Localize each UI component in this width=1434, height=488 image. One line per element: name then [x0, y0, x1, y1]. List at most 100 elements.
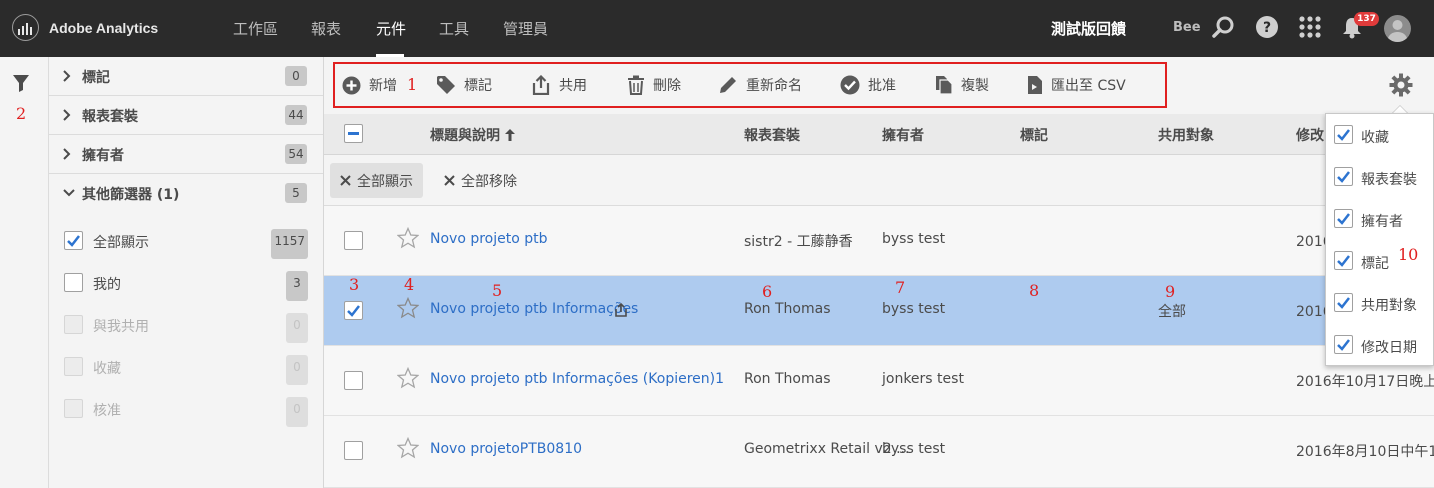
- pencil-icon: [720, 77, 736, 93]
- gear-icon[interactable]: [1389, 73, 1413, 101]
- column-option-owner[interactable]: 擁有者: [1334, 209, 1434, 233]
- column-option-favorites[interactable]: 收藏: [1334, 125, 1434, 149]
- column-header-modified[interactable]: 修改: [1296, 125, 1324, 145]
- filter-section-tags[interactable]: 標記 0: [49, 57, 323, 96]
- rename-button-label: 重新命名: [746, 78, 802, 94]
- filter-option-approved: 核准 0: [64, 397, 308, 427]
- notification-count-badge: 137: [1354, 12, 1379, 26]
- checkbox-checked[interactable]: [1334, 125, 1353, 144]
- filter-count-badge: 0: [285, 66, 307, 86]
- table-row-selected[interactable]: Novo projeto ptb Informações Ron Thomas …: [324, 276, 1434, 346]
- filter-count-badge: 5: [285, 183, 307, 203]
- cell-owner: byss test: [882, 301, 946, 317]
- help-icon[interactable]: ?: [1255, 15, 1281, 41]
- filter-section-other-filters[interactable]: 其他篩選器 (1) 5: [49, 174, 323, 213]
- filter-option-count: 1157: [271, 229, 308, 259]
- checkbox-checked[interactable]: [1334, 293, 1353, 312]
- column-option-label: 擁有者: [1361, 214, 1403, 230]
- column-option-report-suite[interactable]: 報表套裝: [1334, 167, 1434, 191]
- star-outline-icon[interactable]: [397, 367, 419, 389]
- cell-modified: 2016年10月17日晚上1...: [1296, 374, 1434, 390]
- add-button[interactable]: 新增: [342, 75, 397, 95]
- checkbox-checked[interactable]: [64, 231, 83, 250]
- select-all-checkbox[interactable]: [344, 124, 363, 143]
- table-row[interactable]: Novo projeto ptb sistr2 - 工藤静香 byss test…: [324, 206, 1434, 276]
- export-csv-button-label: 匯出至 CSV: [1051, 78, 1126, 94]
- copy-button-label: 複製: [961, 78, 989, 94]
- nav-admin[interactable]: 管理員: [503, 18, 548, 39]
- filter-section-report-suites[interactable]: 報表套裝 44: [49, 96, 323, 135]
- filter-option-mine[interactable]: 我的 3: [64, 271, 308, 301]
- cell-owner: byss test: [882, 441, 946, 457]
- filter-count-badge: 54: [285, 144, 307, 164]
- column-header-report-suite[interactable]: 報表套裝: [744, 125, 800, 145]
- show-all-chip-label: 全部顯示: [357, 173, 413, 190]
- share-button[interactable]: 共用: [531, 75, 587, 95]
- cell-report-suite: Ron Thomas: [744, 301, 831, 317]
- filter-funnel-icon[interactable]: [12, 74, 30, 96]
- filter-option-show-all[interactable]: 全部顯示 1157: [64, 229, 308, 259]
- user-name[interactable]: Bee: [1173, 20, 1201, 35]
- filter-option-count: 0: [286, 397, 308, 427]
- share-icon: [532, 75, 550, 95]
- copy-icon: [936, 76, 953, 95]
- project-title-link[interactable]: Novo projeto ptb Informações (Kopieren)1: [430, 371, 724, 387]
- annotation-7: 7: [895, 278, 906, 297]
- column-option-tags[interactable]: 標記: [1334, 251, 1434, 275]
- table-row[interactable]: Novo projetoPTB0810 Geometrixx Retail v2…: [324, 416, 1434, 488]
- column-header-owner[interactable]: 擁有者: [882, 125, 924, 145]
- filter-section-owners[interactable]: 擁有者 54: [49, 135, 323, 174]
- checkbox[interactable]: [64, 273, 83, 292]
- brand[interactable]: Adobe Analytics: [12, 14, 158, 41]
- search-icon[interactable]: [1212, 15, 1238, 41]
- column-header-tags[interactable]: 標記: [1020, 125, 1048, 145]
- chevron-down-icon: [63, 189, 75, 197]
- column-header-shared-with[interactable]: 共用對象: [1158, 125, 1214, 145]
- checkbox-checked[interactable]: [1334, 209, 1353, 228]
- chevron-right-icon: [63, 148, 71, 160]
- export-csv-button[interactable]: 匯出至 CSV: [1027, 75, 1126, 95]
- nav-workspace[interactable]: 工作區: [233, 18, 278, 39]
- copy-button[interactable]: 複製: [935, 75, 989, 95]
- remove-all-filters-button[interactable]: 全部移除: [434, 163, 527, 198]
- checkbox-checked[interactable]: [1334, 251, 1353, 270]
- row-checkbox[interactable]: [344, 371, 363, 390]
- column-header-title[interactable]: 標題與說明: [430, 125, 515, 145]
- filter-section-label: 報表套裝: [82, 109, 138, 125]
- approve-button[interactable]: 批准: [840, 75, 896, 95]
- cell-modified: 2016年8月10日中午11...: [1296, 444, 1434, 460]
- beta-feedback-link[interactable]: 測試版回饋: [1051, 18, 1126, 39]
- show-all-filter-chip[interactable]: 全部顯示: [330, 163, 423, 198]
- apps-grid-icon[interactable]: [1298, 15, 1324, 41]
- project-title-link[interactable]: Novo projeto ptb Informações: [430, 301, 638, 317]
- project-title-link[interactable]: Novo projetoPTB0810: [430, 441, 582, 457]
- column-picker-popover: 收藏 報表套裝 擁有者 標記 共用對象 修改日期: [1325, 113, 1434, 366]
- nav-components[interactable]: 元件: [376, 18, 406, 39]
- star-outline-icon[interactable]: [397, 297, 419, 319]
- chevron-right-icon: [63, 70, 71, 82]
- checkbox-checked[interactable]: [1334, 335, 1353, 354]
- checkbox-checked[interactable]: [1334, 167, 1353, 186]
- star-outline-icon[interactable]: [397, 437, 419, 459]
- cell-report-suite: sistr2 - 工藤静香: [744, 234, 853, 250]
- row-checkbox[interactable]: [344, 441, 363, 460]
- share-button-label: 共用: [559, 78, 587, 94]
- row-checkbox-checked[interactable]: [344, 301, 363, 320]
- rename-button[interactable]: 重新命名: [718, 75, 802, 95]
- annotation-10: 10: [1398, 245, 1419, 264]
- user-avatar[interactable]: [1384, 15, 1411, 42]
- column-option-shared-with[interactable]: 共用對象: [1334, 293, 1434, 317]
- star-outline-icon[interactable]: [397, 227, 419, 249]
- table-row[interactable]: Novo projeto ptb Informações (Kopieren)1…: [324, 346, 1434, 416]
- nav-tools[interactable]: 工具: [439, 18, 469, 39]
- close-icon[interactable]: [340, 175, 351, 186]
- close-icon: [444, 175, 455, 186]
- filter-count-badge: 44: [285, 105, 307, 125]
- add-button-label: 新增: [369, 78, 397, 94]
- delete-button[interactable]: 刪除: [627, 75, 681, 95]
- nav-reports[interactable]: 報表: [311, 18, 341, 39]
- column-option-modified-date[interactable]: 修改日期: [1334, 335, 1434, 359]
- row-checkbox[interactable]: [344, 231, 363, 250]
- tag-button[interactable]: 標記: [436, 75, 492, 95]
- project-title-link[interactable]: Novo projeto ptb: [430, 231, 548, 247]
